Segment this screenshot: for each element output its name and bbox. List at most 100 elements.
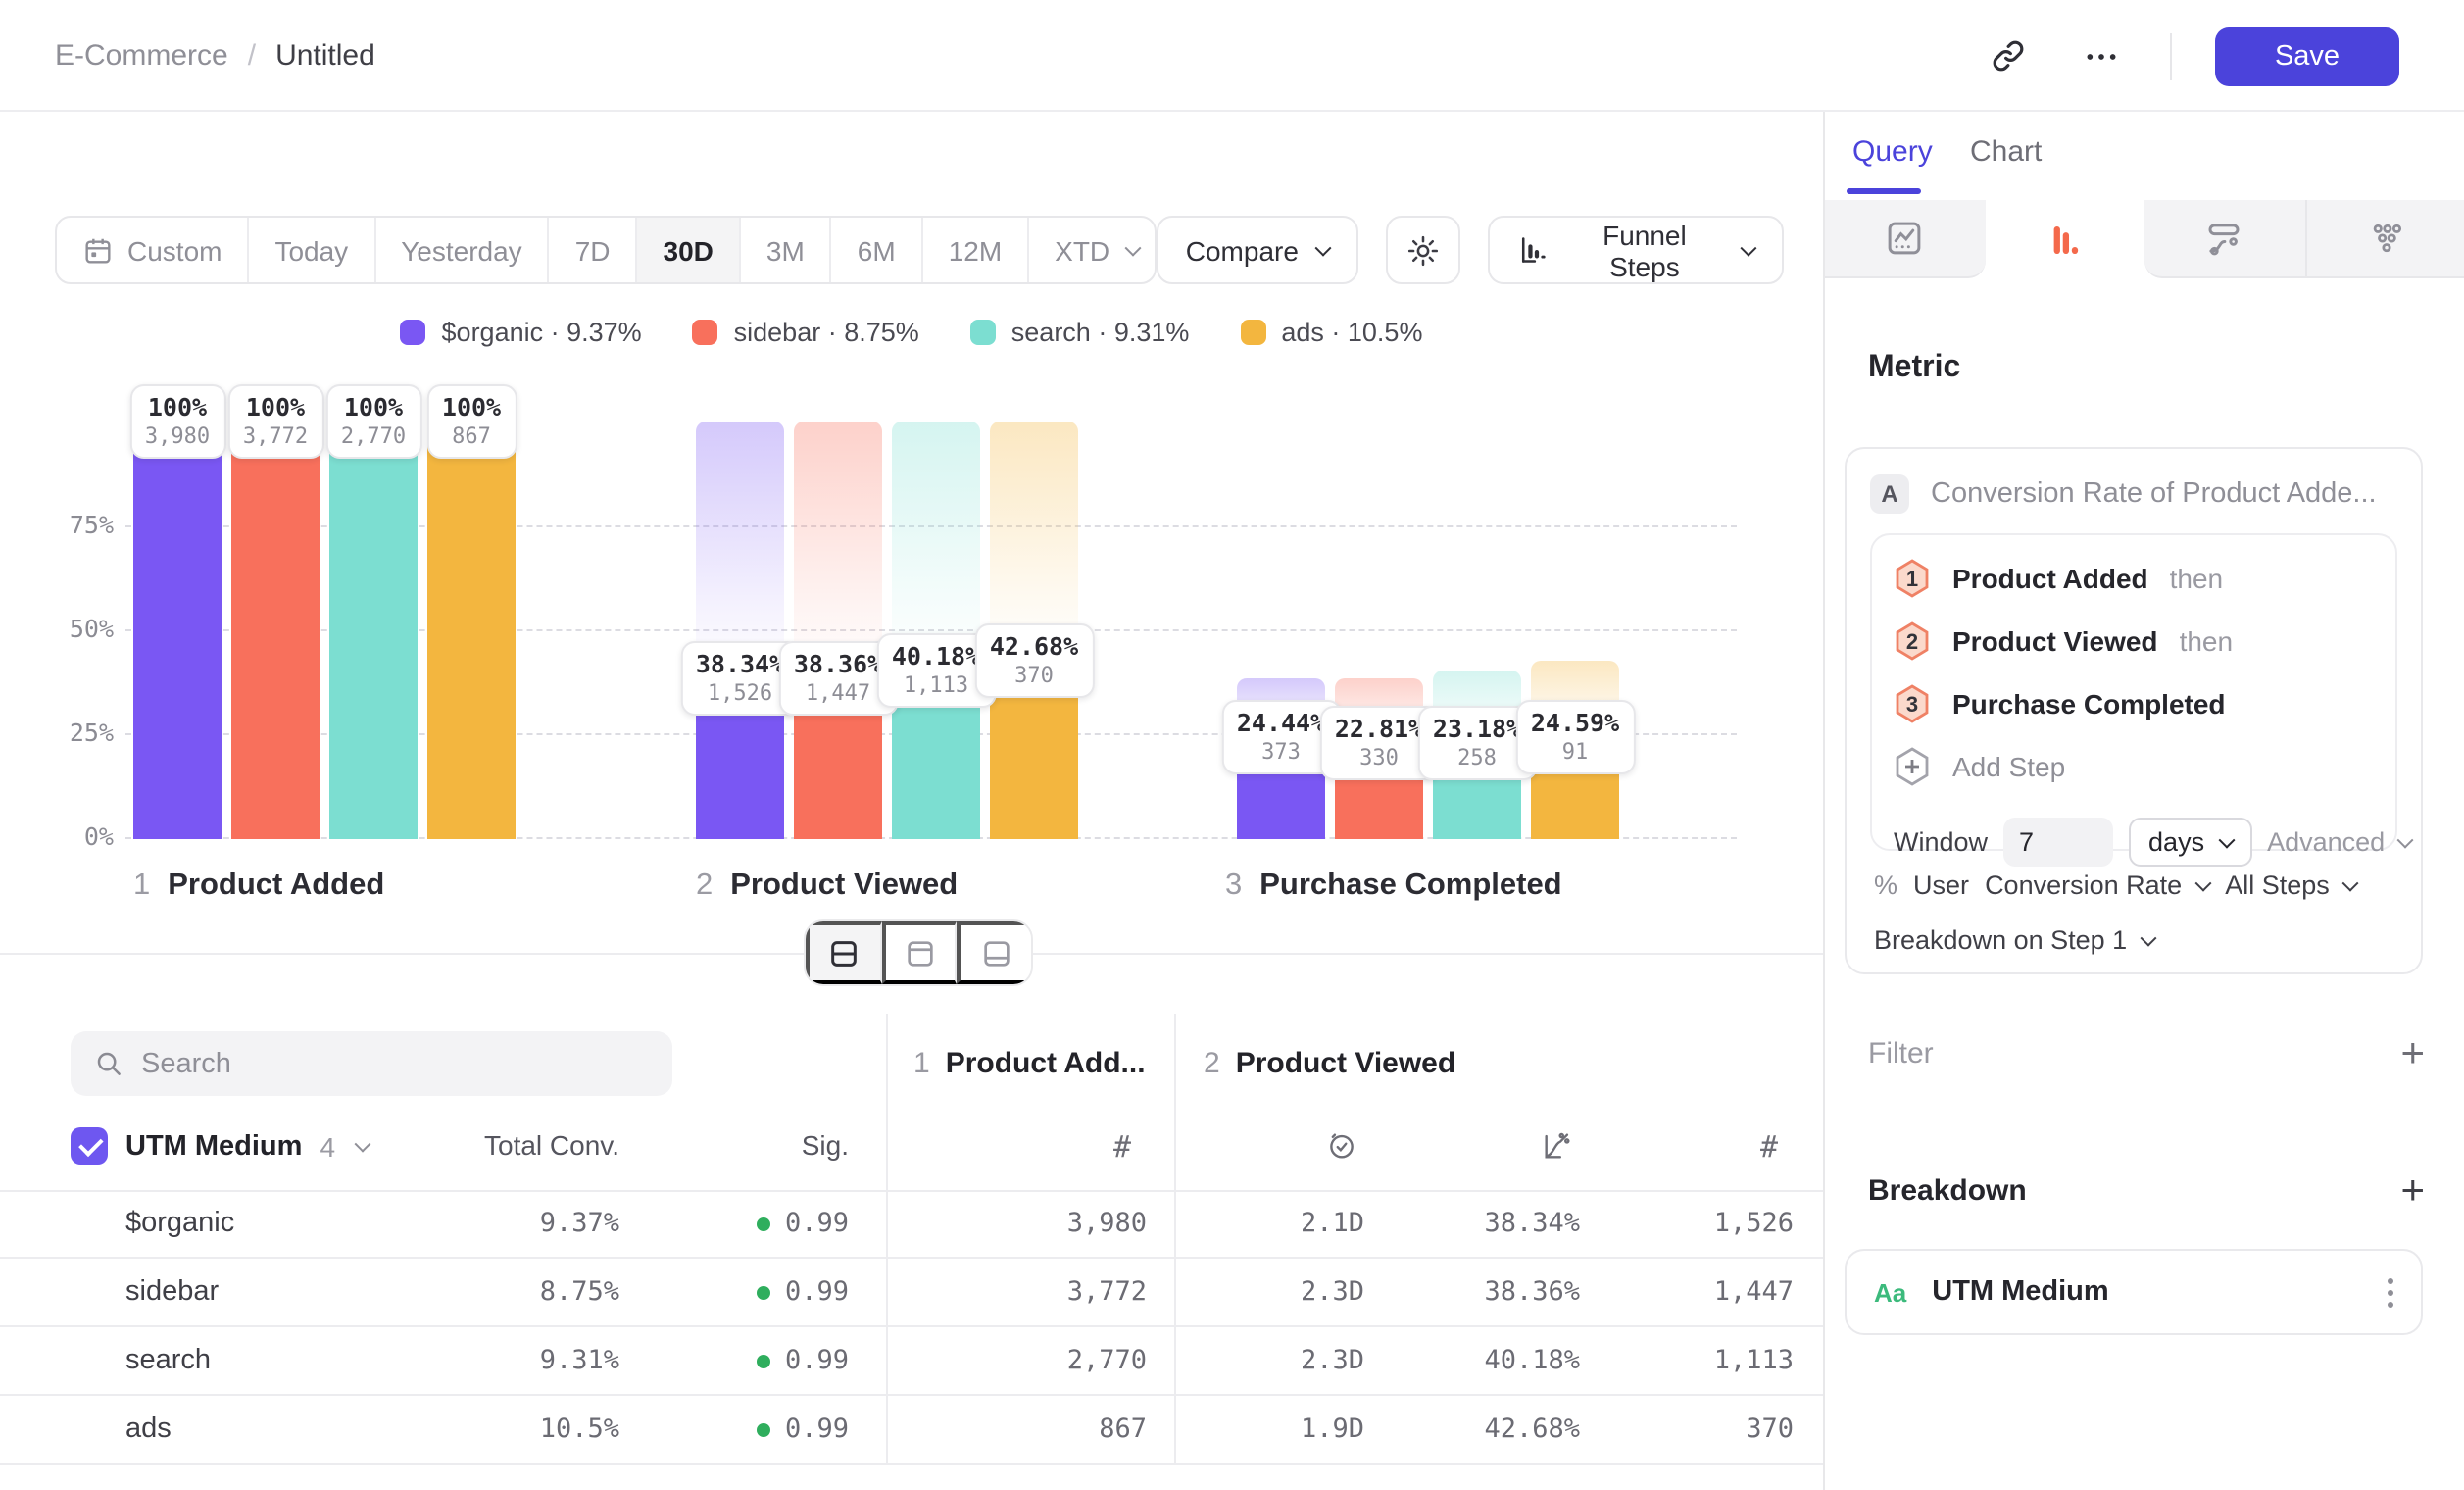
breakdown-on-step-select[interactable]: Breakdown on Step 1	[1874, 925, 2154, 955]
conversion-window-row: Window days Advanced	[1894, 818, 2378, 867]
funnel-bar-search[interactable]	[329, 422, 418, 839]
add-breakdown-icon[interactable]: +	[2400, 1175, 2425, 1207]
chart-only-view-button[interactable]	[881, 921, 957, 984]
table-row[interactable]: sidebar 8.75% 0.99 3,772 2.3D 38.36% 1,4…	[0, 1259, 1823, 1327]
step-number-badge: 3	[1894, 684, 1931, 723]
breadcrumb-project[interactable]: E-Commerce	[55, 39, 228, 73]
count-icon[interactable]: #	[1760, 1129, 1778, 1161]
share-link-button[interactable]	[1982, 30, 2033, 81]
metric-section-title: Metric	[1868, 351, 1960, 386]
table-step2-header[interactable]: 2Product Viewed	[1204, 1047, 1455, 1080]
metric-card: A Conversion Rate of Product Adde... 1 P…	[1845, 447, 2423, 974]
funnel-steps-card: 1 Product Added then 2 Product Viewed th…	[1870, 533, 2397, 851]
significance-dot	[758, 1422, 771, 1436]
table-step1-header[interactable]: 1Product Add...	[913, 1047, 1146, 1080]
funnel-step-1[interactable]: 1 Product Added then	[1894, 559, 2223, 598]
page-title[interactable]: Untitled	[275, 39, 375, 73]
add-step-button[interactable]: Add Step	[1894, 747, 2065, 786]
row-sig: 0.99	[785, 1414, 849, 1445]
journeys-flow-icon	[2204, 218, 2245, 259]
chevron-down-icon	[2141, 929, 2157, 946]
string-type-icon: Aa	[1874, 1277, 1906, 1307]
top-panel-icon	[904, 936, 937, 969]
table-row[interactable]: ads 10.5% 0.99 867 1.9D 42.68% 370	[0, 1396, 1823, 1465]
measure-type-select[interactable]: Conversion Rate	[1985, 870, 2209, 900]
sidebar-tabs: Query Chart	[1825, 112, 2464, 200]
query-sidebar: Query Chart	[1823, 112, 2464, 1490]
tab-chart[interactable]: Chart	[1970, 135, 2042, 169]
previous-step-ghost	[696, 422, 784, 679]
group-column-label[interactable]: UTM Medium	[125, 1130, 302, 1162]
row-step2-time: 2.1D	[1147, 1208, 1364, 1239]
tab-line-chart[interactable]	[1825, 200, 1985, 278]
step-title-2: 2Product Viewed	[696, 869, 958, 904]
bar-slot: 22.81%330	[1335, 422, 1423, 839]
funnel-bar-sidebar[interactable]	[231, 422, 320, 839]
row-name: search	[125, 1345, 431, 1376]
funnel-step-group-1: 100%3,980100%3,772100%2,770100%867	[133, 422, 516, 839]
ellipsis-icon	[2082, 36, 2121, 75]
measure-scope-select[interactable]: All Steps	[2225, 870, 2357, 900]
row-step2-count: 1,526	[1580, 1208, 1794, 1239]
row-step2-count: 1,447	[1580, 1276, 1794, 1308]
row-total-conv: 9.31%	[431, 1345, 619, 1376]
window-unit-select[interactable]: days	[2129, 818, 2251, 867]
funnel-bar-$organic[interactable]	[133, 422, 222, 839]
breakdown-item[interactable]: Aa UTM Medium	[1845, 1249, 2423, 1335]
add-filter-icon[interactable]: +	[2400, 1038, 2425, 1069]
tab-funnel-chart[interactable]	[1985, 200, 2144, 278]
tab-retention[interactable]	[2304, 200, 2464, 278]
measure-user[interactable]: User	[1913, 870, 1969, 900]
bar-slot: 24.44%373	[1237, 422, 1325, 839]
bar-value-label: 100%2,770	[325, 384, 421, 459]
breadcrumb: E-Commerce / Untitled	[55, 0, 375, 112]
tab-journeys[interactable]	[2144, 200, 2304, 278]
app-window: E-Commerce / Untitled Save	[0, 0, 2464, 1490]
kebab-menu-icon[interactable]	[2388, 1277, 2393, 1307]
funnel-bars-icon	[2045, 219, 2086, 260]
more-options-button[interactable]	[2076, 30, 2127, 81]
funnel-step-group-2: 38.34%1,52638.36%1,44740.18%1,11342.68%3…	[696, 422, 1078, 839]
window-label: Window	[1894, 827, 1988, 857]
group-checkbox[interactable]	[71, 1127, 108, 1165]
count-icon[interactable]: #	[1113, 1129, 1131, 1161]
funnel-step-3[interactable]: 3 Purchase Completed	[1894, 684, 2226, 723]
row-step2-count: 370	[1580, 1414, 1794, 1445]
advanced-toggle[interactable]: Advanced	[2267, 827, 2410, 857]
chart-type-tabs	[1825, 200, 2464, 278]
row-step2-conv: 42.68%	[1364, 1414, 1580, 1445]
row-sig: 0.99	[785, 1208, 849, 1239]
breakdown-label: Breakdown	[1868, 1174, 2027, 1208]
bar-value-label: 42.68%370	[974, 623, 1094, 698]
save-button[interactable]: Save	[2215, 26, 2399, 85]
y-tick: 25%	[27, 718, 114, 747]
table-row[interactable]: $organic 9.37% 0.99 3,980 2.1D 38.34% 1,…	[0, 1190, 1823, 1259]
metric-name: Conversion Rate of Product Adde...	[1931, 478, 2377, 510]
search-input[interactable]	[141, 1048, 612, 1079]
bar-value-label: 24.59%91	[1515, 699, 1635, 773]
table-only-view-button[interactable]	[958, 921, 1031, 984]
sig-column-label[interactable]: Sig.	[666, 1129, 849, 1161]
tab-query[interactable]: Query	[1852, 135, 1933, 169]
row-step2-conv: 38.34%	[1364, 1208, 1580, 1239]
row-step2-conv: 40.18%	[1364, 1345, 1580, 1376]
step-title-1: 1Product Added	[133, 869, 384, 904]
table-search	[71, 1031, 672, 1096]
conversion-rate-icon[interactable]	[1541, 1129, 1574, 1161]
table-group-header: UTM Medium 4	[71, 1127, 369, 1165]
metric-header[interactable]: A Conversion Rate of Product Adde...	[1870, 474, 2377, 514]
window-value-input[interactable]	[2003, 818, 2113, 867]
split-view-button[interactable]	[806, 921, 881, 984]
total-conv-column-label[interactable]: Total Conv.	[431, 1129, 619, 1161]
significance-dot	[758, 1354, 771, 1367]
funnel-bar-ads[interactable]	[427, 422, 516, 839]
chevron-down-icon[interactable]	[355, 1135, 371, 1152]
funnel-step-2[interactable]: 2 Product Viewed then	[1894, 621, 2233, 661]
y-tick: 0%	[27, 821, 114, 851]
table-row[interactable]: search 9.31% 0.99 2,770 2.3D 40.18% 1,11…	[0, 1327, 1823, 1396]
filter-label: Filter	[1868, 1037, 1934, 1070]
line-chart-icon	[1885, 218, 1926, 259]
time-to-convert-icon[interactable]	[1325, 1129, 1358, 1161]
step-number-badge: 2	[1894, 621, 1931, 661]
group-count: 4	[320, 1130, 335, 1162]
